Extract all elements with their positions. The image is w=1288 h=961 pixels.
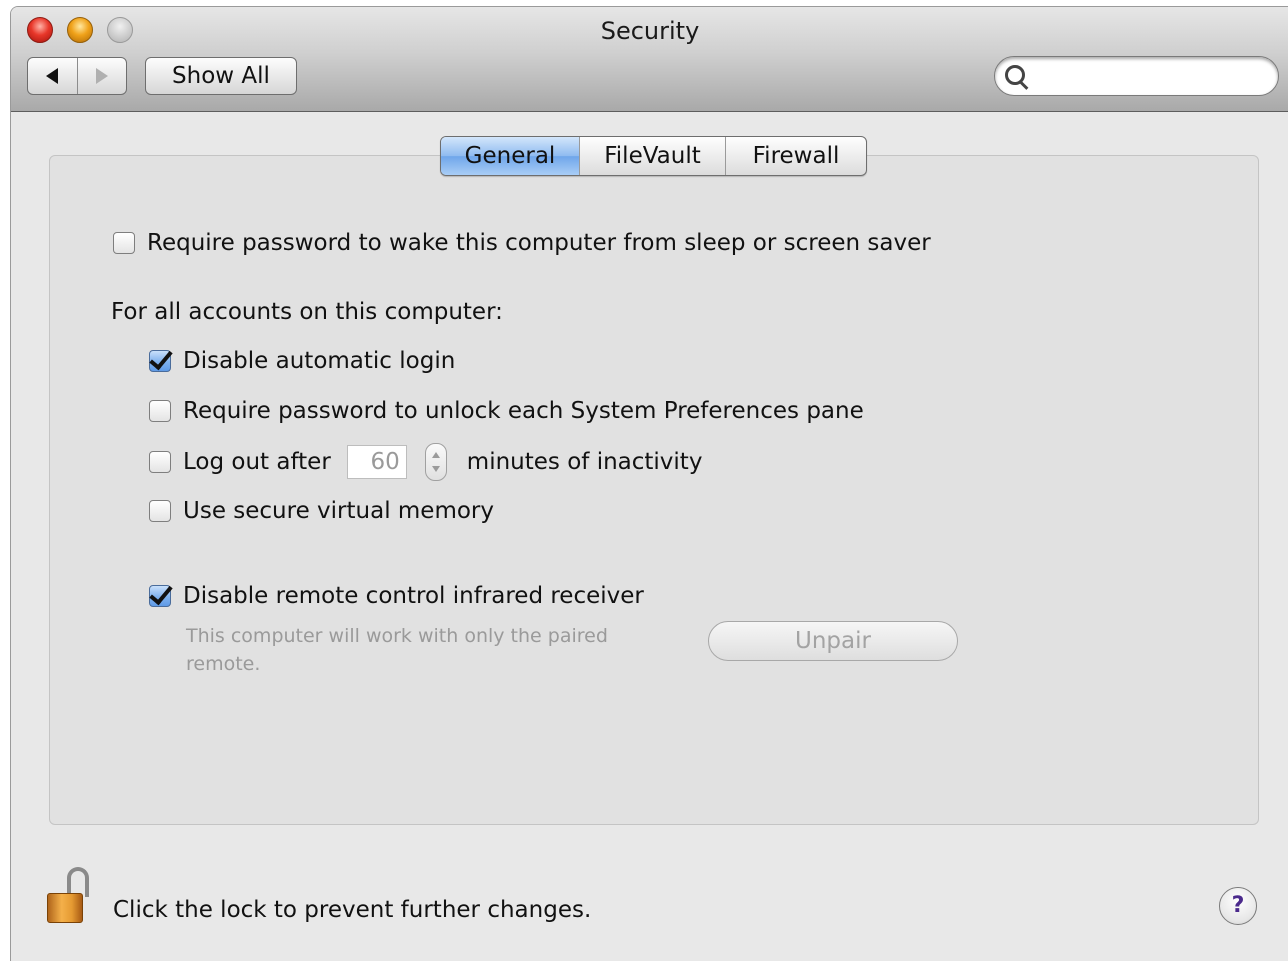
disable-auto-login-option[interactable]: Disable automatic login (149, 348, 455, 374)
search-input[interactable] (1035, 61, 1269, 93)
require-password-unlock-label: Require password to unlock each System P… (183, 398, 864, 424)
logout-minutes-field[interactable]: 60 (346, 445, 407, 479)
lock-area: Click the lock to prevent further change… (47, 867, 591, 927)
disable-auto-login-label: Disable automatic login (183, 348, 456, 374)
tab-firewall[interactable]: Firewall (725, 137, 866, 175)
show-all-button[interactable]: Show All (145, 57, 297, 95)
require-password-unlock-option[interactable]: Require password to unlock each System P… (149, 398, 864, 424)
search-icon (1005, 65, 1025, 85)
back-button[interactable] (28, 58, 77, 94)
disable-infrared-option[interactable]: Disable remote control infrared receiver (149, 583, 644, 609)
tab-filevault[interactable]: FileVault (579, 137, 725, 175)
tab-general[interactable]: General (441, 137, 579, 175)
logout-after-option: Log out after 60 minutes of inactivity (149, 443, 702, 481)
secure-virtual-memory-option[interactable]: Use secure virtual memory (149, 498, 494, 524)
logout-minutes-suffix: minutes of inactivity (466, 449, 703, 475)
tab-bar: General FileVault Firewall (440, 136, 867, 176)
disable-auto-login-checkbox[interactable] (149, 350, 171, 372)
forward-button[interactable] (76, 58, 127, 94)
window-title: Security (600, 17, 700, 45)
back-forward-control (27, 57, 127, 95)
logout-after-label[interactable]: Log out after (183, 449, 331, 475)
lock-open-icon[interactable] (47, 867, 89, 927)
require-password-wake-option[interactable]: Require password to wake this computer f… (113, 230, 931, 256)
require-password-unlock-checkbox[interactable] (149, 400, 171, 422)
require-password-wake-checkbox[interactable] (113, 232, 135, 254)
title-bar: Security Show All (11, 7, 1288, 112)
stepper-down-icon[interactable] (431, 466, 440, 472)
logout-after-checkbox[interactable] (149, 451, 171, 473)
lock-body (47, 893, 83, 923)
preferences-window: Security Show All General FileVault Fire… (10, 6, 1288, 961)
lock-status-text: Click the lock to prevent further change… (113, 897, 592, 923)
require-password-wake-label: Require password to wake this computer f… (147, 230, 931, 256)
search-field[interactable] (994, 56, 1279, 96)
back-arrow-icon (46, 68, 59, 84)
infrared-note: This computer will work with only the pa… (186, 625, 608, 675)
disable-infrared-checkbox[interactable] (149, 585, 171, 607)
stepper-up-icon[interactable] (431, 452, 440, 458)
forward-arrow-icon (95, 68, 108, 84)
unpair-button[interactable]: Unpair (708, 621, 958, 661)
all-accounts-heading: For all accounts on this computer: (111, 299, 503, 325)
logout-minutes-stepper[interactable] (424, 443, 447, 481)
help-button[interactable]: ? (1219, 887, 1257, 925)
disable-infrared-label: Disable remote control infrared receiver (183, 583, 644, 609)
secure-virtual-memory-checkbox[interactable] (149, 500, 171, 522)
secure-virtual-memory-label: Use secure virtual memory (183, 498, 494, 524)
